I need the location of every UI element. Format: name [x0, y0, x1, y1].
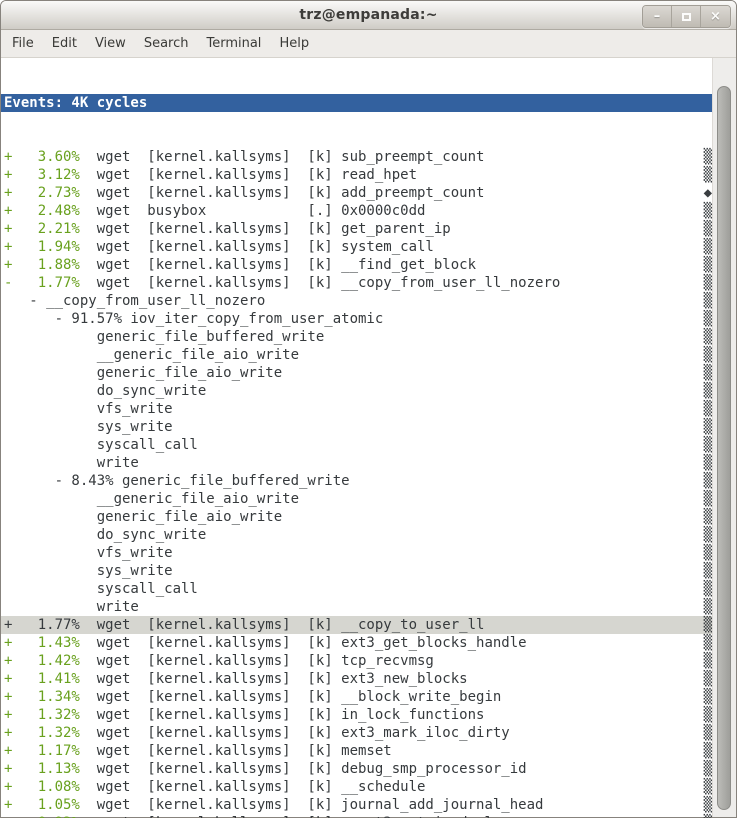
- tui-scroll-track-icon: ▒: [704, 167, 712, 183]
- perf-row[interactable]: + 0.92% wget [kernel.kallsyms] [k] __ext…: [1, 814, 712, 818]
- menu-item-view[interactable]: View: [86, 31, 135, 56]
- close-icon: ×: [710, 9, 721, 24]
- tui-scroll-track-icon: ▒: [704, 365, 712, 381]
- tui-scroll-track-icon: ▒: [704, 671, 712, 687]
- terminal-content: Events: 4K cycles + 3.60% wget [kernel.k…: [1, 58, 736, 817]
- perf-row[interactable]: write ▒: [1, 598, 712, 616]
- tui-scroll-track-icon: ▒: [704, 311, 712, 327]
- perf-row[interactable]: - __copy_from_user_ll_nozero ▒: [1, 292, 712, 310]
- window-title: trz@empanada:~: [299, 7, 437, 23]
- tui-scroll-track-icon: ▒: [704, 221, 712, 237]
- tui-scroll-track-icon: ▒: [704, 779, 712, 795]
- perf-row[interactable]: __generic_file_aio_write ▒: [1, 346, 712, 364]
- perf-row[interactable]: + 2.48% wget busybox [.] 0x0000c0dd ▒: [1, 202, 712, 220]
- tui-scroll-track-icon: ▒: [704, 419, 712, 435]
- close-button[interactable]: ×: [701, 6, 730, 27]
- perf-row[interactable]: + 1.13% wget [kernel.kallsyms] [k] debug…: [1, 760, 712, 778]
- tui-scroll-track-icon: ▒: [704, 383, 712, 399]
- perf-row[interactable]: syscall_call ▒: [1, 580, 712, 598]
- perf-row[interactable]: + 1.34% wget [kernel.kallsyms] [k] __blo…: [1, 688, 712, 706]
- perf-row[interactable]: generic_file_aio_write ▒: [1, 508, 712, 526]
- maximize-button[interactable]: [672, 6, 701, 27]
- maximize-icon: [682, 13, 691, 21]
- tui-scroll-track-icon: ▒: [704, 617, 712, 633]
- menu-item-help[interactable]: Help: [270, 31, 318, 56]
- terminal-scrollbar[interactable]: [712, 58, 736, 817]
- tui-scroll-track-icon: ▒: [704, 761, 712, 777]
- tui-scroll-track-icon: ▒: [704, 599, 712, 615]
- tui-scroll-track-icon: ▒: [704, 689, 712, 705]
- tui-scroll-track-icon: ▒: [704, 635, 712, 651]
- perf-row[interactable]: sys_write ▒: [1, 562, 712, 580]
- perf-row[interactable]: __generic_file_aio_write ▒: [1, 490, 712, 508]
- perf-row[interactable]: + 1.88% wget [kernel.kallsyms] [k] __fin…: [1, 256, 712, 274]
- menu-item-search[interactable]: Search: [135, 31, 198, 56]
- perf-row[interactable]: write ▒: [1, 454, 712, 472]
- tui-scroll-track-icon: ▒: [704, 581, 712, 597]
- menu-item-terminal[interactable]: Terminal: [197, 31, 270, 56]
- tui-scroll-track-icon: ▒: [704, 203, 712, 219]
- tui-scroll-track-icon: ▒: [704, 473, 712, 489]
- tui-scroll-track-icon: ▒: [704, 743, 712, 759]
- terminal-scrollbar-thumb[interactable]: [717, 86, 731, 810]
- tui-scroll-track-icon: ▒: [704, 491, 712, 507]
- tui-scroll-track-icon: ▒: [704, 293, 712, 309]
- menubar: FileEditViewSearchTerminalHelp: [1, 30, 736, 58]
- tui-scroll-thumb-icon: ◆: [704, 185, 712, 201]
- tui-scroll-track-icon: ▒: [704, 275, 712, 291]
- tui-scroll-track-icon: ▒: [704, 401, 712, 417]
- tui-scroll-track-icon: ▒: [704, 239, 712, 255]
- menu-item-file[interactable]: File: [3, 31, 43, 56]
- perf-row[interactable]: generic_file_aio_write ▒: [1, 364, 712, 382]
- terminal-rows: + 3.60% wget [kernel.kallsyms] [k] sub_p…: [1, 148, 712, 818]
- window-controls: – ×: [642, 5, 731, 28]
- perf-row[interactable]: syscall_call ▒: [1, 436, 712, 454]
- perf-row[interactable]: + 3.12% wget [kernel.kallsyms] [k] read_…: [1, 166, 712, 184]
- minimize-button[interactable]: –: [643, 6, 672, 27]
- perf-row[interactable]: + 1.08% wget [kernel.kallsyms] [k] __sch…: [1, 778, 712, 796]
- perf-row[interactable]: - 1.77% wget [kernel.kallsyms] [k] __cop…: [1, 274, 712, 292]
- minimize-icon: –: [654, 9, 661, 24]
- tui-scroll-track-icon: ▒: [704, 437, 712, 453]
- tui-scroll-track-icon: ▒: [704, 509, 712, 525]
- perf-row[interactable]: + 1.42% wget [kernel.kallsyms] [k] tcp_r…: [1, 652, 712, 670]
- tui-scroll-track-icon: ▒: [704, 707, 712, 723]
- perf-row[interactable]: do_sync_write ▒: [1, 382, 712, 400]
- tui-scroll-track-icon: ▒: [704, 725, 712, 741]
- perf-events-header: Events: 4K cycles: [1, 94, 712, 112]
- titlebar[interactable]: trz@empanada:~ – ×: [1, 1, 736, 30]
- perf-row-selected[interactable]: + 1.77% wget [kernel.kallsyms] [k] __cop…: [1, 616, 712, 634]
- perf-row[interactable]: - 8.43% generic_file_buffered_write ▒: [1, 472, 712, 490]
- perf-row[interactable]: + 1.43% wget [kernel.kallsyms] [k] ext3_…: [1, 634, 712, 652]
- perf-row[interactable]: generic_file_buffered_write ▒: [1, 328, 712, 346]
- perf-row[interactable]: + 3.60% wget [kernel.kallsyms] [k] sub_p…: [1, 148, 712, 166]
- perf-row[interactable]: + 2.73% wget [kernel.kallsyms] [k] add_p…: [1, 184, 712, 202]
- terminal-window: trz@empanada:~ – × FileEditViewSearchTer…: [0, 0, 737, 818]
- perf-row[interactable]: vfs_write ▒: [1, 544, 712, 562]
- perf-row[interactable]: - 91.57% iov_iter_copy_from_user_atomic …: [1, 310, 712, 328]
- tui-scroll-track-icon: ▒: [704, 347, 712, 363]
- tui-scroll-track-icon: ▒: [704, 257, 712, 273]
- tui-scroll-track-icon: ▒: [704, 329, 712, 345]
- perf-tui: Events: 4K cycles + 3.60% wget [kernel.k…: [1, 58, 712, 817]
- perf-row[interactable]: + 1.94% wget [kernel.kallsyms] [k] syste…: [1, 238, 712, 256]
- perf-row[interactable]: + 1.41% wget [kernel.kallsyms] [k] ext3_…: [1, 670, 712, 688]
- tui-scroll-track-icon: ▒: [704, 455, 712, 471]
- perf-row[interactable]: + 1.05% wget [kernel.kallsyms] [k] journ…: [1, 796, 712, 814]
- tui-scroll-track-icon: ▒: [704, 563, 712, 579]
- tui-scroll-track-icon: ▒: [704, 149, 712, 165]
- tui-scroll-track-icon: ▒: [704, 545, 712, 561]
- menu-item-edit[interactable]: Edit: [43, 31, 86, 56]
- perf-row[interactable]: + 1.32% wget [kernel.kallsyms] [k] ext3_…: [1, 724, 712, 742]
- tui-scroll-track-icon: ▒: [704, 527, 712, 543]
- perf-row[interactable]: + 1.32% wget [kernel.kallsyms] [k] in_lo…: [1, 706, 712, 724]
- tui-scroll-track-icon: ▒: [704, 797, 712, 813]
- tui-scroll-track-icon: ▒: [704, 653, 712, 669]
- perf-row[interactable]: sys_write ▒: [1, 418, 712, 436]
- perf-row[interactable]: + 1.17% wget [kernel.kallsyms] [k] memse…: [1, 742, 712, 760]
- perf-row[interactable]: vfs_write ▒: [1, 400, 712, 418]
- perf-row[interactable]: do_sync_write ▒: [1, 526, 712, 544]
- perf-row[interactable]: + 2.21% wget [kernel.kallsyms] [k] get_p…: [1, 220, 712, 238]
